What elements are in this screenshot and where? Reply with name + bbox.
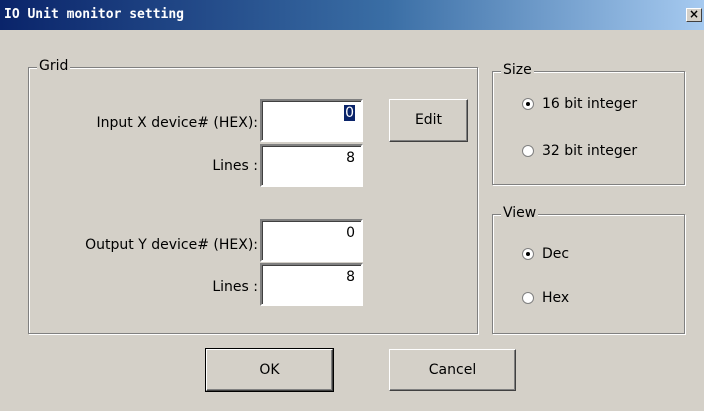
ok-button[interactable]: OK	[205, 348, 334, 392]
edit-button-label: Edit	[414, 112, 443, 128]
window-title: IO Unit monitor setting	[4, 7, 185, 22]
close-button[interactable]: ×	[686, 8, 702, 22]
view-group: View	[492, 205, 685, 334]
ok-button-label: OK	[259, 362, 280, 378]
input-x-device-field[interactable]: 0	[260, 99, 363, 142]
radio-button-icon	[522, 292, 534, 304]
input-lines-label: Lines :	[212, 158, 258, 174]
cancel-button-label: Cancel	[428, 362, 477, 378]
io-unit-monitor-dialog: IO Unit monitor setting × Grid Input X d…	[0, 0, 704, 411]
radio-button-icon	[522, 248, 534, 260]
output-lines-label: Lines :	[212, 279, 258, 295]
radio-button-icon	[522, 98, 534, 110]
size-group: Size	[492, 62, 685, 185]
view-legend: View	[501, 205, 539, 221]
close-icon: ×	[688, 7, 700, 21]
radio-hex[interactable]: Hex	[522, 290, 569, 306]
size-legend: Size	[501, 62, 534, 78]
output-y-device-value: 0	[346, 225, 355, 241]
input-x-device-label: Input X device# (HEX):	[96, 115, 258, 131]
output-y-device-label: Output Y device# (HEX):	[85, 237, 258, 253]
radio-32-bit-integer[interactable]: 32 bit integer	[522, 143, 637, 159]
input-x-device-value: 0	[344, 105, 355, 121]
radio-32-bit-integer-label: 32 bit integer	[542, 143, 638, 159]
output-y-device-field[interactable]: 0	[260, 219, 363, 262]
output-lines-field[interactable]: 8	[260, 263, 363, 306]
radio-hex-label: Hex	[542, 290, 570, 306]
radio-dec-label: Dec	[542, 246, 570, 262]
cancel-button[interactable]: Cancel	[389, 349, 516, 391]
output-lines-value: 8	[346, 269, 355, 285]
input-lines-field[interactable]: 8	[260, 144, 363, 187]
grid-legend: Grid	[37, 58, 71, 74]
radio-dec[interactable]: Dec	[522, 246, 569, 262]
edit-button[interactable]: Edit	[389, 99, 468, 142]
title-bar[interactable]: IO Unit monitor setting ×	[0, 0, 704, 30]
radio-16-bit-integer[interactable]: 16 bit integer	[522, 96, 637, 112]
input-lines-value: 8	[346, 150, 355, 166]
radio-16-bit-integer-label: 16 bit integer	[542, 96, 638, 112]
radio-button-icon	[522, 145, 534, 157]
